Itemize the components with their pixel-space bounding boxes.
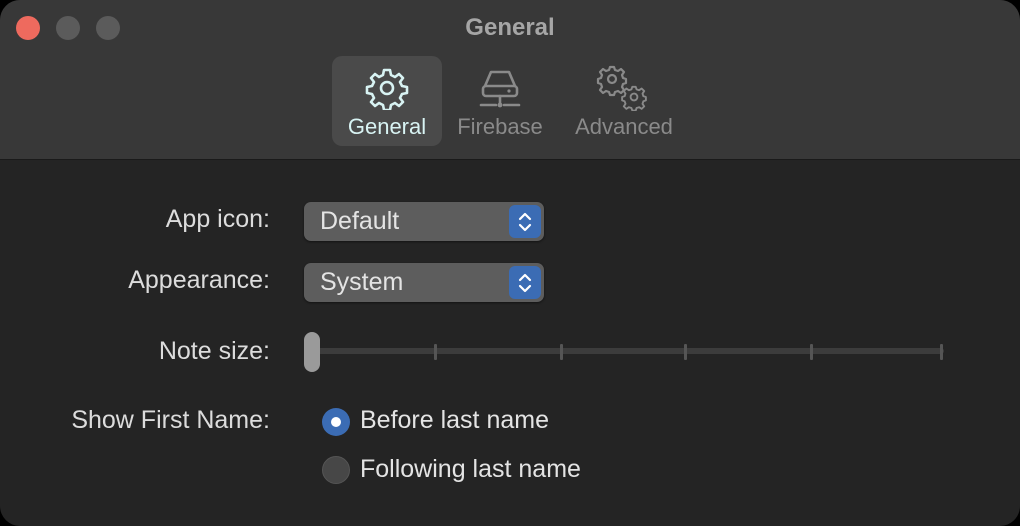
note-size-label: Note size: (158, 337, 270, 365)
chevron-updown-icon (509, 266, 541, 299)
tab-advanced-label: Advanced (575, 114, 673, 139)
tab-firebase[interactable]: Firebase (448, 56, 552, 146)
appearance-popup[interactable]: System (304, 263, 544, 302)
app-icon-value: Default (320, 207, 400, 235)
appearance-label: Appearance: (128, 266, 270, 294)
note-size-slider-knob[interactable] (304, 332, 320, 372)
slider-tick (684, 344, 687, 360)
app-icon-label: App icon: (165, 205, 270, 233)
window-title: General (465, 14, 555, 41)
tab-general[interactable]: General (332, 56, 442, 146)
radio-following-last-name[interactable] (322, 456, 350, 484)
slider-tick (810, 344, 813, 360)
note-size-slider-track[interactable] (310, 348, 944, 354)
radio-following-last-name-label[interactable]: Following last name (360, 455, 581, 484)
slider-tick (434, 344, 437, 360)
app-icon-popup[interactable]: Default (304, 202, 544, 241)
server-icon (477, 64, 523, 112)
tab-general-label: General (347, 114, 427, 139)
show-first-name-label: Show First Name: (71, 406, 270, 434)
gear-icon (365, 64, 409, 112)
radio-before-last-name-label[interactable]: Before last name (360, 406, 549, 435)
radio-before-last-name[interactable] (322, 408, 350, 436)
title-bar: General General Firebase Advanced (0, 0, 1020, 160)
slider-tick (560, 344, 563, 360)
slider-tick (940, 344, 943, 360)
gears-icon (596, 64, 652, 112)
tab-firebase-label: Firebase (457, 114, 543, 139)
chevron-updown-icon (509, 205, 541, 238)
appearance-value: System (320, 268, 404, 296)
preferences-window: General General Firebase Advanced App ic… (0, 0, 1020, 526)
tab-advanced[interactable]: Advanced (566, 56, 682, 146)
